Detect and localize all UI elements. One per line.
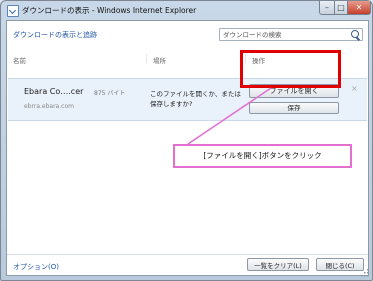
window-title: ダウンロードの表示 - Windows Internet Explorer xyxy=(22,6,197,15)
file-size: 875 バイト xyxy=(94,90,126,97)
column-action[interactable]: 操作 xyxy=(252,55,265,65)
save-button[interactable]: 保存 xyxy=(249,102,339,114)
minimize-button[interactable]: – xyxy=(319,1,335,15)
download-row: Ebara Co….cer 875 バイト ebrra.ebara.com この… xyxy=(8,78,367,121)
maximize-button[interactable]: □ xyxy=(334,1,348,15)
file-name: Ebara Co….cer xyxy=(24,87,84,96)
callout-label: [ファイルを開く]ボタンをクリック xyxy=(173,144,352,168)
download-prompt: このファイルを開くか、または保存しますか? xyxy=(150,90,241,108)
resize-grip-icon[interactable] xyxy=(361,269,369,277)
download-window: ダウンロードの表示 - Windows Internet Explorer – … xyxy=(0,0,373,281)
open-file-button[interactable]: ファイルを開く xyxy=(249,84,339,98)
column-divider xyxy=(245,54,246,63)
column-location[interactable]: 場所 xyxy=(153,55,166,65)
search-box[interactable] xyxy=(219,28,363,41)
view-downloads-link[interactable]: ダウンロードの表示と追跡 xyxy=(13,30,97,40)
footer-divider xyxy=(7,254,368,255)
dismiss-icon[interactable]: × xyxy=(351,84,358,93)
download-icon xyxy=(7,5,19,17)
column-name[interactable]: 名前 xyxy=(13,55,26,65)
search-input[interactable] xyxy=(222,29,348,40)
title-bar[interactable]: ダウンロードの表示 - Windows Internet Explorer – … xyxy=(1,1,372,20)
file-source: ebrra.ebara.com xyxy=(24,103,74,110)
search-icon[interactable] xyxy=(351,30,359,38)
column-divider xyxy=(146,54,147,63)
options-link[interactable]: オプション(O) xyxy=(13,262,59,272)
clear-list-button[interactable]: 一覧をクリア(L) xyxy=(247,258,309,271)
close-window-button[interactable]: ✕ xyxy=(347,1,371,15)
close-button[interactable]: 閉じる(C) xyxy=(316,258,364,271)
